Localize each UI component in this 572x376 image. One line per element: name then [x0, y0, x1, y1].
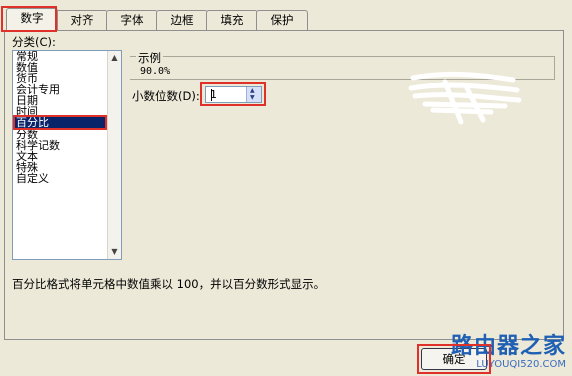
tab-fill[interactable]: 填充	[206, 10, 258, 30]
text-caret	[211, 89, 212, 101]
tab-alignment[interactable]: 对齐	[56, 10, 108, 30]
spin-up-arrow-icon[interactable]: ▲	[250, 87, 255, 94]
decimal-places-label: 小数位数(D):	[132, 89, 200, 103]
tab-number[interactable]: 数字	[6, 8, 58, 31]
spinner-buttons[interactable]: ▲ ▼	[246, 87, 261, 102]
redaction-scribble-icon	[408, 71, 522, 125]
format-description: 百分比格式将单元格中数值乘以 100，并以百分数形式显示。	[12, 277, 326, 291]
category-item[interactable]: 自定义	[13, 173, 121, 184]
category-listbox[interactable]: 常规 数值 货币 会计专用 日期 时间 百分比 分数 科学记数 文本 特殊 自定义 ▲ ▼	[12, 50, 122, 260]
sample-preview-value: 90.0%	[140, 66, 171, 77]
tab-border[interactable]: 边框	[156, 10, 208, 30]
category-items: 常规 数值 货币 会计专用 日期 时间 百分比 分数 科学记数 文本 特殊 自定义	[13, 51, 121, 184]
sample-legend: 示例	[136, 50, 163, 66]
watermark-title: 路由器之家	[450, 334, 566, 359]
category-label: 分类(C):	[12, 35, 56, 49]
scroll-down-arrow-icon[interactable]: ▼	[108, 245, 121, 259]
spin-down-arrow-icon[interactable]: ▼	[250, 94, 255, 101]
list-scrollbar[interactable]: ▲ ▼	[107, 51, 121, 259]
tab-protection[interactable]: 保护	[256, 10, 308, 30]
tab-strip: 数字 对齐 字体 边框 填充 保护	[4, 8, 564, 31]
scroll-up-arrow-icon[interactable]: ▲	[108, 51, 121, 65]
tab-font[interactable]: 字体	[106, 10, 158, 30]
site-watermark: 路由器之家 LUYOUQI520.COM	[451, 336, 566, 370]
watermark-url: LUYOUQI520.COM	[476, 359, 566, 370]
decimal-places-spinner[interactable]: 1 ▲ ▼	[205, 86, 262, 103]
